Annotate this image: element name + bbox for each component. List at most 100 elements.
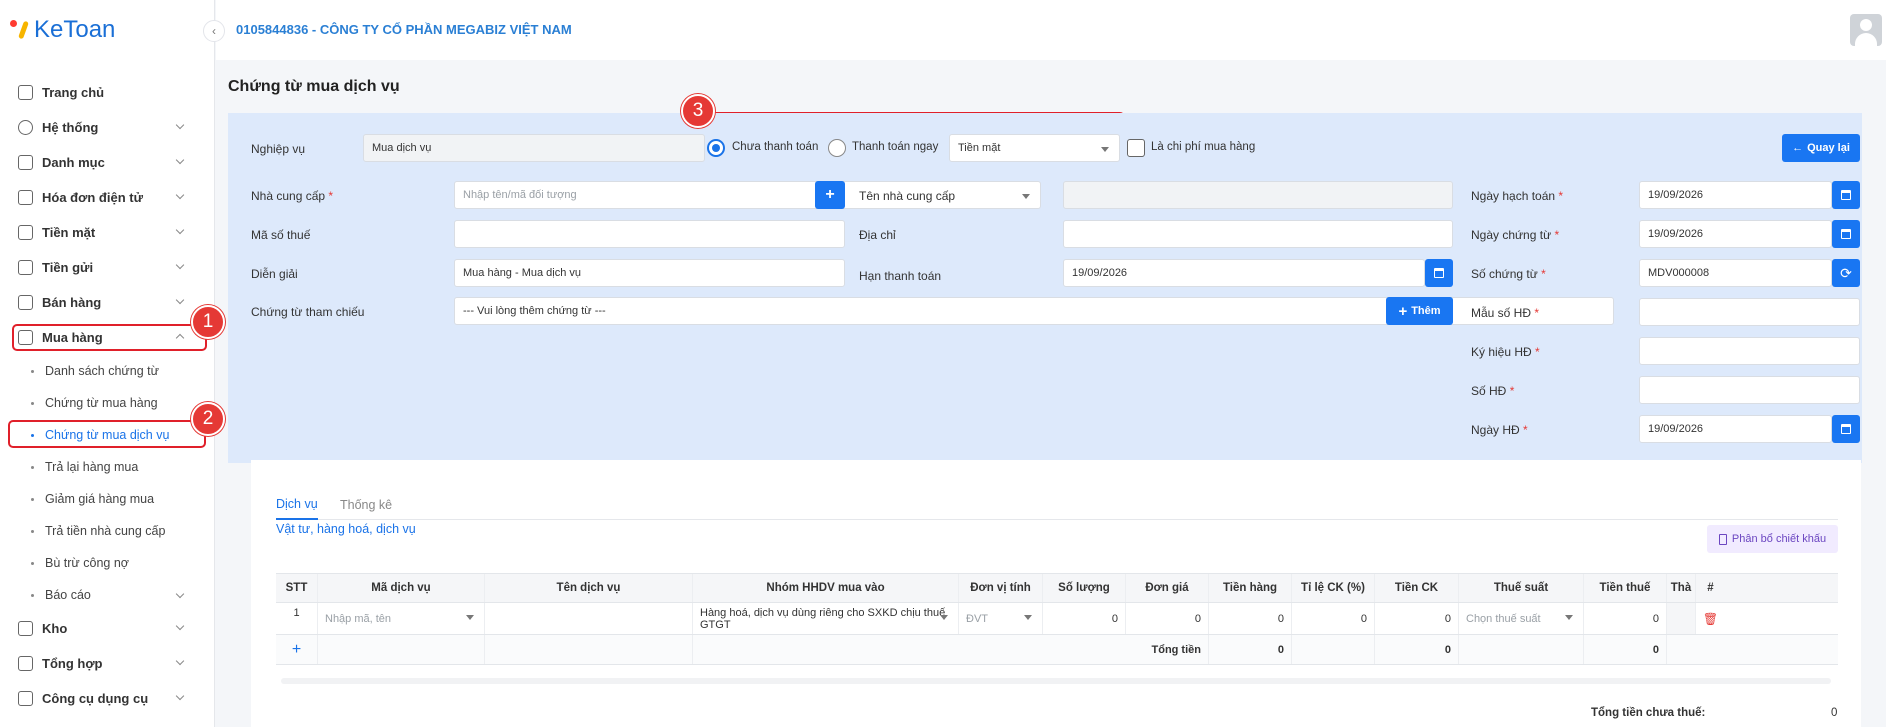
sidebar-sub-discount[interactable]: Giảm giá hàng mua [0,483,215,515]
sidebar-item-label: Tiền gửi [42,260,94,275]
caret-down-icon [940,615,948,620]
tax-code-input[interactable] [454,220,845,248]
col-group: Nhóm HHDV mua vào [693,574,959,602]
chevron-down-icon [175,225,185,235]
description-input[interactable]: Mua hàng - Mua dịch vụ [454,259,845,287]
sidebar-item-home[interactable]: Trang chủ [0,75,215,110]
tax-code-label: Mã số thuế [251,228,311,242]
row-stt: 1 [276,603,318,634]
voucher-form: Nghiệp vụ Mua dịch vụ Chưa thanh toán Th… [228,113,1862,463]
sidebar-item-summary[interactable]: Tổng hợp [0,646,215,681]
payment-method-select[interactable]: Tiền mặt [949,134,1120,162]
posting-date-input[interactable]: 19/09/2026 [1639,181,1832,209]
supplier-name-input[interactable] [1063,181,1453,209]
ck-rate-input[interactable]: 0 [1292,603,1375,634]
sidebar-sub-return[interactable]: Trả lại hàng mua [0,451,215,483]
price-input[interactable]: 0 [1126,603,1209,634]
qty-input[interactable]: 0 [1043,603,1126,634]
unpaid-radio[interactable] [707,139,725,157]
tax-rate-placeholder: Chọn thuế suất [1466,612,1541,625]
brand-logo[interactable]: KeToan [10,16,115,44]
back-button-label: Quay lại [1807,142,1850,154]
total-spacer [1459,635,1584,664]
ck-input[interactable]: 0 [1375,603,1459,634]
tab-statistics[interactable]: Thống kê [340,490,392,520]
sidebar-item-label: Trang chủ [42,85,105,100]
doc-no-input[interactable]: MDV000008 [1639,259,1832,287]
group-select[interactable]: Hàng hoá, dịch vụ dùng riêng cho SXKD ch… [693,603,959,634]
pre-tax-total-label: Tổng tiền chưa thuế: [1591,707,1706,719]
caret-down-icon [1024,615,1032,620]
col-action: # [1707,582,1714,594]
posting-date-value: 19/09/2026 [1648,189,1704,201]
refresh-doc-no-button[interactable]: ⟳ [1832,259,1860,287]
invoice-date-calendar-button[interactable] [1832,415,1860,443]
unit-select[interactable]: ĐVT [959,603,1043,634]
sidebar-sub-report[interactable]: Báo cáo [0,579,215,611]
tab-services[interactable]: Dịch vụ [276,490,318,520]
col-tha: Thà [1667,574,1696,602]
amount-input[interactable]: 0 [1209,603,1292,634]
add-supplier-button[interactable]: + [815,181,845,209]
sidebar-item-einvoice[interactable]: Hóa đơn điện tử [0,180,215,215]
sidebar-sub-label: Chứng từ mua hàng [45,396,158,410]
annotation-box-service-doc [8,420,206,448]
tax-rate-select[interactable]: Chọn thuế suất [1459,603,1584,634]
doc-date-input[interactable]: 19/09/2026 [1639,220,1832,248]
service-code-select[interactable]: Nhập mã, tên [318,603,485,634]
sidebar-item-label: Kho [42,621,68,636]
sidebar-item-warehouse[interactable]: Kho [0,611,215,646]
invoice-form-label-text: Mẫu số HĐ [1471,306,1532,320]
table-scrollbar[interactable] [281,678,1831,684]
sidebar-item-system[interactable]: Hệ thống [0,110,215,145]
caret-down-icon [466,615,474,620]
invoice-symbol-input[interactable] [1639,337,1860,365]
avatar[interactable] [1850,14,1882,46]
sidebar-item-label: Tiền mặt [42,225,96,240]
invoice-date-input[interactable]: 19/09/2026 [1639,415,1832,443]
add-row-button[interactable]: + [276,635,318,664]
address-input[interactable] [1063,220,1453,248]
col-amount: Tiền hàng [1209,574,1292,602]
sidebar-collapse-button[interactable]: ‹ [203,20,225,42]
invoice-no-input[interactable] [1639,376,1860,404]
sidebar-item-deposit[interactable]: Tiền gửi [0,250,215,285]
paid-now-radio[interactable] [828,139,846,157]
sidebar-sub-label: Báo cáo [45,588,91,602]
delete-row-button[interactable]: 🗑 [1696,603,1725,634]
total-spacer [485,635,693,664]
nghiep-vu-input[interactable]: Mua dịch vụ [363,134,705,162]
chevron-left-icon: ‹ [212,24,216,38]
sidebar-item-label: Bán hàng [42,295,102,310]
sidebar-sub-purchase-doc[interactable]: Chứng từ mua hàng [0,387,215,419]
nghiep-vu-label: Nghiệp vụ [251,142,306,156]
sidebar-item-catalog[interactable]: Danh mục [0,145,215,180]
posting-date-calendar-button[interactable] [1832,181,1860,209]
due-date-input[interactable]: 19/09/2026 [1063,259,1425,287]
invoice-form-input[interactable] [1639,298,1860,326]
is-expense-checkbox[interactable] [1127,139,1145,157]
doc-date-calendar-button[interactable] [1832,220,1860,248]
sidebar-item-tools[interactable]: Công cụ dụng cụ [0,681,215,716]
address-label: Địa chỉ [859,228,896,242]
allocate-discount-button[interactable]: Phân bổ chiết khấu [1707,525,1838,553]
service-name-input[interactable] [485,603,693,634]
sidebar-sub-pay-supplier[interactable]: Trả tiền nhà cung cấp [0,515,215,547]
col-tax: Tiền thuế [1584,574,1667,602]
caret-down-icon [1565,615,1573,620]
sidebar-item-cash[interactable]: Tiền mặt [0,215,215,250]
sidebar-sub-offset[interactable]: Bù trừ công nợ [0,547,215,579]
supplier-label-text: Nhà cung cấp [251,189,326,203]
table-header: STT Mã dịch vụ Tên dịch vụ Nhóm HHDV mua… [276,573,1838,603]
tax-input[interactable]: 0 [1584,603,1667,634]
invoice-date-label-text: Ngày HĐ [1471,423,1520,437]
service-code-placeholder: Nhập mã, tên [325,612,392,625]
back-button[interactable]: ← Quay lại [1782,134,1860,162]
sidebar-item-sales[interactable]: Bán hàng [0,285,215,320]
sidebar-sub-doc-list[interactable]: Danh sách chứng từ [0,355,215,387]
col-stt: STT [276,574,318,602]
add-ref-button[interactable]: + Thêm [1386,297,1453,325]
required-mark: * [328,189,334,203]
due-date-calendar-button[interactable] [1425,259,1453,287]
doc-no-value: MDV000008 [1648,267,1710,279]
